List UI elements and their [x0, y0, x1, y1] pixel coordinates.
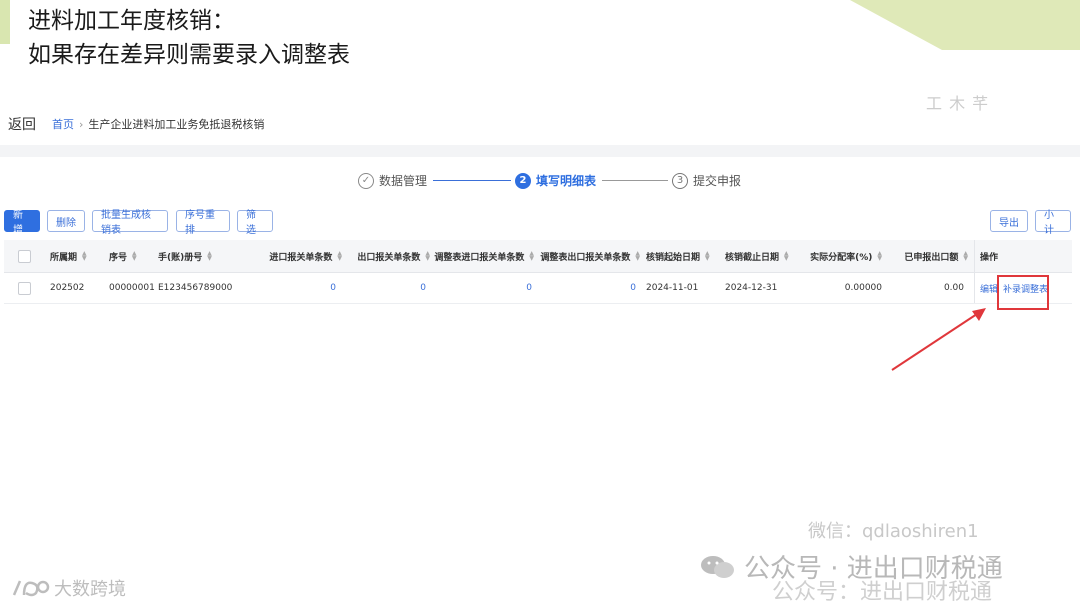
sort-icon[interactable]: ▲ ▼	[784, 251, 789, 262]
cell-manual-no: E123456789000	[158, 283, 233, 293]
header-declared-export[interactable]: 已申报出口额 ▲ ▼	[884, 240, 968, 272]
cell-declared-export: 0.00	[943, 283, 964, 293]
add-button[interactable]: 新增	[4, 210, 40, 236]
sort-icon[interactable]: ▲ ▼	[705, 251, 710, 262]
brand-watermark: 大数跨境	[10, 575, 126, 601]
header-manual-no[interactable]: 手(账)册号 ▲ ▼	[158, 240, 212, 272]
public-account-watermark-2: 公众号：进出口财税通	[772, 580, 993, 605]
export-button[interactable]: 导出	[990, 210, 1028, 232]
cell-import-count[interactable]: 0	[254, 273, 336, 303]
breadcrumb-home-link[interactable]: 首页	[52, 116, 74, 132]
delete-button[interactable]: 删除	[47, 210, 85, 232]
section-divider	[0, 145, 1080, 157]
wechat-id-watermark: 微信：qdlaoshiren1	[808, 521, 979, 542]
step-label: 数据管理	[379, 174, 428, 188]
step-number: 2	[515, 172, 532, 189]
header-import-count[interactable]: 进口报关单条数 ▲ ▼	[254, 240, 342, 272]
brand-text: 大数跨境	[54, 579, 126, 600]
breadcrumb-separator: ›	[79, 117, 84, 131]
step-data-management[interactable]: ✓ 数据管理	[358, 172, 427, 189]
cell-start-date: 2024-11-01	[646, 283, 699, 293]
cell-seq: 00000001	[109, 283, 155, 293]
slide-decoration-left	[0, 0, 10, 44]
table-header: 所属期 ▲ ▼ 序号 ▲ ▼ 手(账)册号 ▲ ▼ 进口报关单条数 ▲ ▼ 出口报关单条数 ▲ ▼ …	[4, 240, 1072, 273]
subtotal-button[interactable]: 小计	[1035, 210, 1071, 236]
cell-export-count[interactable]: 0	[344, 273, 426, 303]
step-indicator: ✓ 数据管理 2 填写明细表 3 提交申报	[358, 172, 741, 189]
ops-column-divider	[974, 240, 975, 272]
header-ratio[interactable]: 实际分配率(%) ▲ ▼	[794, 240, 882, 272]
sort-icon[interactable]: ▲ ▼	[877, 251, 882, 262]
wechat-icon	[701, 555, 734, 578]
cell-adj-import-count[interactable]: 0	[432, 273, 532, 303]
sort-icon[interactable]: ▲ ▼	[132, 251, 137, 262]
step-connector	[433, 180, 512, 181]
batch-generate-button[interactable]: 批量生成核销表	[92, 210, 168, 236]
slide-title-line1: 进料加工年度核销：	[28, 8, 235, 34]
sort-icon[interactable]: ▲ ▼	[635, 251, 640, 262]
header-ops: 操作	[980, 252, 999, 263]
sort-icon[interactable]: ▲ ▼	[82, 251, 87, 262]
slide-title: 进料加工年度核销： 如果存在差异则需要录入调整表	[28, 4, 350, 72]
filter-button[interactable]: 筛选	[237, 210, 273, 236]
ops-column-divider	[974, 273, 975, 303]
red-arrow-annotation	[891, 308, 986, 371]
sort-icon[interactable]: ▲ ▼	[425, 251, 430, 262]
sort-icon[interactable]: ▲ ▼	[337, 251, 342, 262]
slide-decoration-right	[850, 0, 1080, 50]
header-period[interactable]: 所属期 ▲ ▼	[50, 240, 87, 272]
highlight-box	[997, 275, 1049, 310]
cell-ratio: 0.00000	[844, 283, 882, 293]
sort-icon[interactable]: ▲ ▼	[529, 251, 534, 262]
top-watermark: 工 木 芊	[926, 94, 990, 113]
step-label: 填写明细表	[536, 174, 597, 188]
back-link[interactable]: 返回	[8, 114, 36, 134]
header-seq[interactable]: 序号 ▲ ▼	[109, 240, 137, 272]
step-submit[interactable]: 3 提交申报	[672, 172, 741, 189]
breadcrumb: 返回 首页 › 生产企业进料加工业务免抵退税核销	[8, 114, 264, 134]
reorder-button[interactable]: 序号重排	[176, 210, 230, 236]
select-all-checkbox[interactable]	[18, 240, 31, 272]
header-adj-import-count[interactable]: 调整表进口报关单条数 ▲ ▼	[432, 240, 534, 272]
sort-icon[interactable]: ▲ ▼	[207, 251, 212, 262]
check-icon: ✓	[358, 172, 374, 189]
sort-icon[interactable]: ▲ ▼	[963, 251, 968, 262]
cell-adj-export-count[interactable]: 0	[536, 273, 636, 303]
row-checkbox[interactable]	[18, 273, 31, 303]
edit-link[interactable]: 编辑	[980, 273, 998, 303]
step-connector	[602, 180, 669, 181]
step-fill-details[interactable]: 2 填写明细表	[515, 172, 596, 189]
header-export-count[interactable]: 出口报关单条数 ▲ ▼	[344, 240, 430, 272]
header-adj-export-count[interactable]: 调整表出口报关单条数 ▲ ▼	[536, 240, 640, 272]
cell-end-date: 2024-12-31	[725, 283, 778, 293]
breadcrumb-current: 生产企业进料加工业务免抵退税核销	[88, 118, 265, 131]
step-number: 3	[672, 172, 689, 189]
verification-table: 所属期 ▲ ▼ 序号 ▲ ▼ 手(账)册号 ▲ ▼ 进口报关单条数 ▲ ▼ 出口报关单条数 ▲ ▼ …	[4, 240, 1072, 304]
brand-logo-icon	[12, 580, 50, 597]
cell-period: 202502	[50, 283, 85, 293]
slide-title-line2: 如果存在差异则需要录入调整表	[28, 42, 350, 68]
step-label: 提交申报	[693, 174, 742, 188]
header-end-date[interactable]: 核销截止日期 ▲ ▼	[725, 240, 789, 272]
header-start-date[interactable]: 核销起始日期 ▲ ▼	[646, 240, 710, 272]
